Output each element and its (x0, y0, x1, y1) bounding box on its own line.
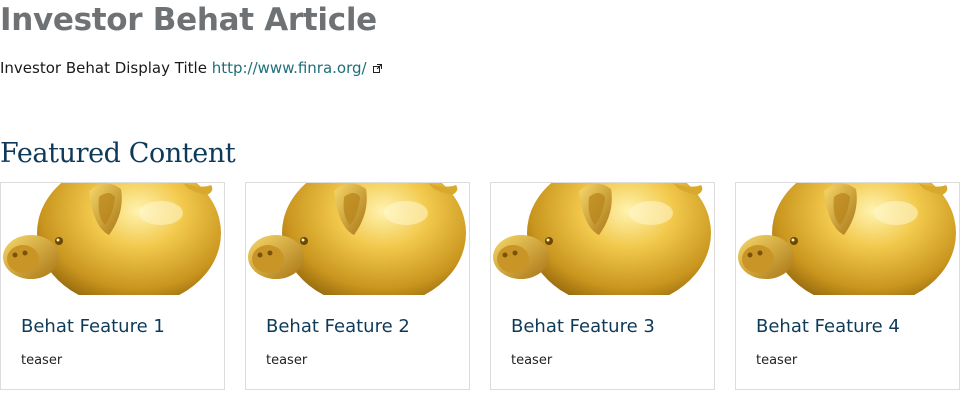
display-title-label: Investor Behat Display Title (0, 59, 207, 77)
piggy-bank-image[interactable] (491, 183, 714, 295)
page-title: Investor Behat Article (0, 2, 377, 38)
card-title[interactable]: Behat Feature 3 (511, 315, 655, 339)
card-teaser: teaser (511, 353, 553, 368)
card-teaser: teaser (266, 353, 308, 368)
external-link-icon (373, 58, 383, 78)
feature-card-4[interactable]: Behat Feature 4 teaser (735, 182, 960, 390)
card-teaser: teaser (21, 353, 63, 368)
display-title-line: Investor Behat Display Title http://www.… (0, 58, 383, 78)
featured-cards: Behat Feature 1 teaser Behat Feature 2 t… (0, 182, 960, 390)
piggy-bank-image[interactable] (246, 183, 469, 295)
feature-card-3[interactable]: Behat Feature 3 teaser (490, 182, 715, 390)
feature-card-1[interactable]: Behat Feature 1 teaser (0, 182, 225, 390)
featured-content-heading: Featured Content (0, 138, 236, 169)
card-teaser: teaser (756, 353, 798, 368)
piggy-bank-image[interactable] (736, 183, 959, 295)
card-title[interactable]: Behat Feature 2 (266, 315, 410, 339)
card-title[interactable]: Behat Feature 1 (21, 315, 165, 339)
card-title[interactable]: Behat Feature 4 (756, 315, 900, 339)
feature-card-2[interactable]: Behat Feature 2 teaser (245, 182, 470, 390)
piggy-bank-image[interactable] (1, 183, 224, 295)
finra-link[interactable]: http://www.finra.org/ (212, 59, 367, 77)
